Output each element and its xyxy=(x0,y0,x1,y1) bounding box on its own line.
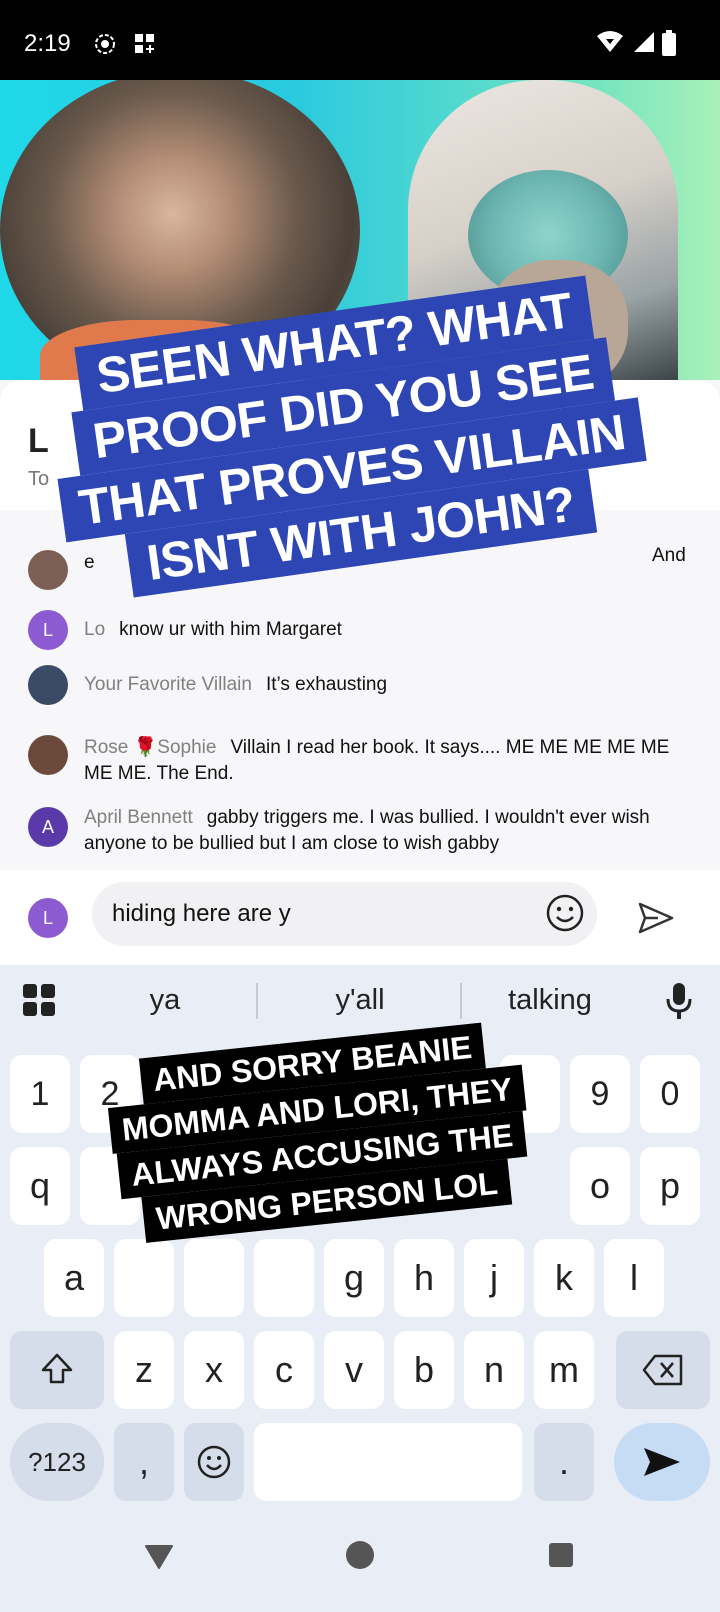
key-n[interactable]: n xyxy=(464,1331,524,1409)
key-p[interactable]: p xyxy=(640,1147,700,1225)
emoji-icon[interactable] xyxy=(545,893,585,933)
navigation-bar xyxy=(0,1520,720,1612)
microphone-icon[interactable] xyxy=(664,981,694,1021)
screen-record-icon xyxy=(95,34,115,54)
battery-icon xyxy=(662,30,676,56)
recents-icon[interactable] xyxy=(548,1542,574,1568)
key-v[interactable]: v xyxy=(324,1331,384,1409)
comment-username[interactable]: April Bennett xyxy=(84,807,193,828)
send-icon[interactable] xyxy=(636,898,676,938)
apps-grid-icon[interactable] xyxy=(22,983,56,1017)
shift-icon xyxy=(41,1353,73,1384)
avatar xyxy=(28,665,68,705)
key-m[interactable]: m xyxy=(534,1331,594,1409)
key-q[interactable]: q xyxy=(10,1147,70,1225)
comment-input-bar: L xyxy=(0,870,720,965)
comment-text: It’s exhausting xyxy=(265,674,388,695)
key-0[interactable]: 0 xyxy=(640,1055,700,1133)
tiles-icon xyxy=(135,34,154,53)
wifi-icon xyxy=(597,31,623,52)
send-arrow-icon xyxy=(644,1448,680,1476)
key-x[interactable]: x xyxy=(184,1331,244,1409)
status-bar: 2:19 xyxy=(0,0,720,80)
comment-input[interactable] xyxy=(92,882,597,946)
backspace-key[interactable] xyxy=(616,1331,710,1409)
emoji-key[interactable] xyxy=(184,1423,244,1501)
comma-key[interactable]: , xyxy=(114,1423,174,1501)
key-c[interactable]: c xyxy=(254,1331,314,1409)
space-key[interactable] xyxy=(254,1423,522,1501)
avatar xyxy=(28,735,68,775)
list-item: Rose 🌹Sophie Villain I read her book. It … xyxy=(28,735,698,787)
list-item: Your Favorite Villain It’s exhausting xyxy=(28,665,698,705)
key-b[interactable]: b xyxy=(394,1331,454,1409)
emoji-icon xyxy=(197,1445,231,1479)
enter-key[interactable] xyxy=(614,1423,710,1501)
signal-icon xyxy=(634,32,654,52)
avatar: L xyxy=(28,898,68,938)
key-9[interactable]: 9 xyxy=(570,1055,630,1133)
home-icon[interactable] xyxy=(345,1540,375,1570)
shift-key[interactable] xyxy=(10,1331,104,1409)
suggestion[interactable]: y'all xyxy=(270,965,450,1035)
suggestion[interactable]: ya xyxy=(90,965,240,1035)
avatar: A xyxy=(28,807,68,847)
symbols-key[interactable]: ?123 xyxy=(10,1423,104,1501)
back-icon[interactable] xyxy=(144,1542,174,1570)
backspace-icon xyxy=(642,1354,683,1386)
status-time: 2:19 xyxy=(24,30,71,57)
comment-username[interactable]: Rose 🌹Sophie xyxy=(84,737,216,758)
list-item: A April Bennett gabby triggers me. I was … xyxy=(28,805,698,870)
key-z[interactable]: z xyxy=(114,1331,174,1409)
key-k[interactable]: k xyxy=(534,1239,594,1317)
key-l[interactable]: l xyxy=(604,1239,664,1317)
comment-username[interactable]: Your Favorite Villain xyxy=(84,674,252,695)
period-key[interactable]: . xyxy=(534,1423,594,1501)
